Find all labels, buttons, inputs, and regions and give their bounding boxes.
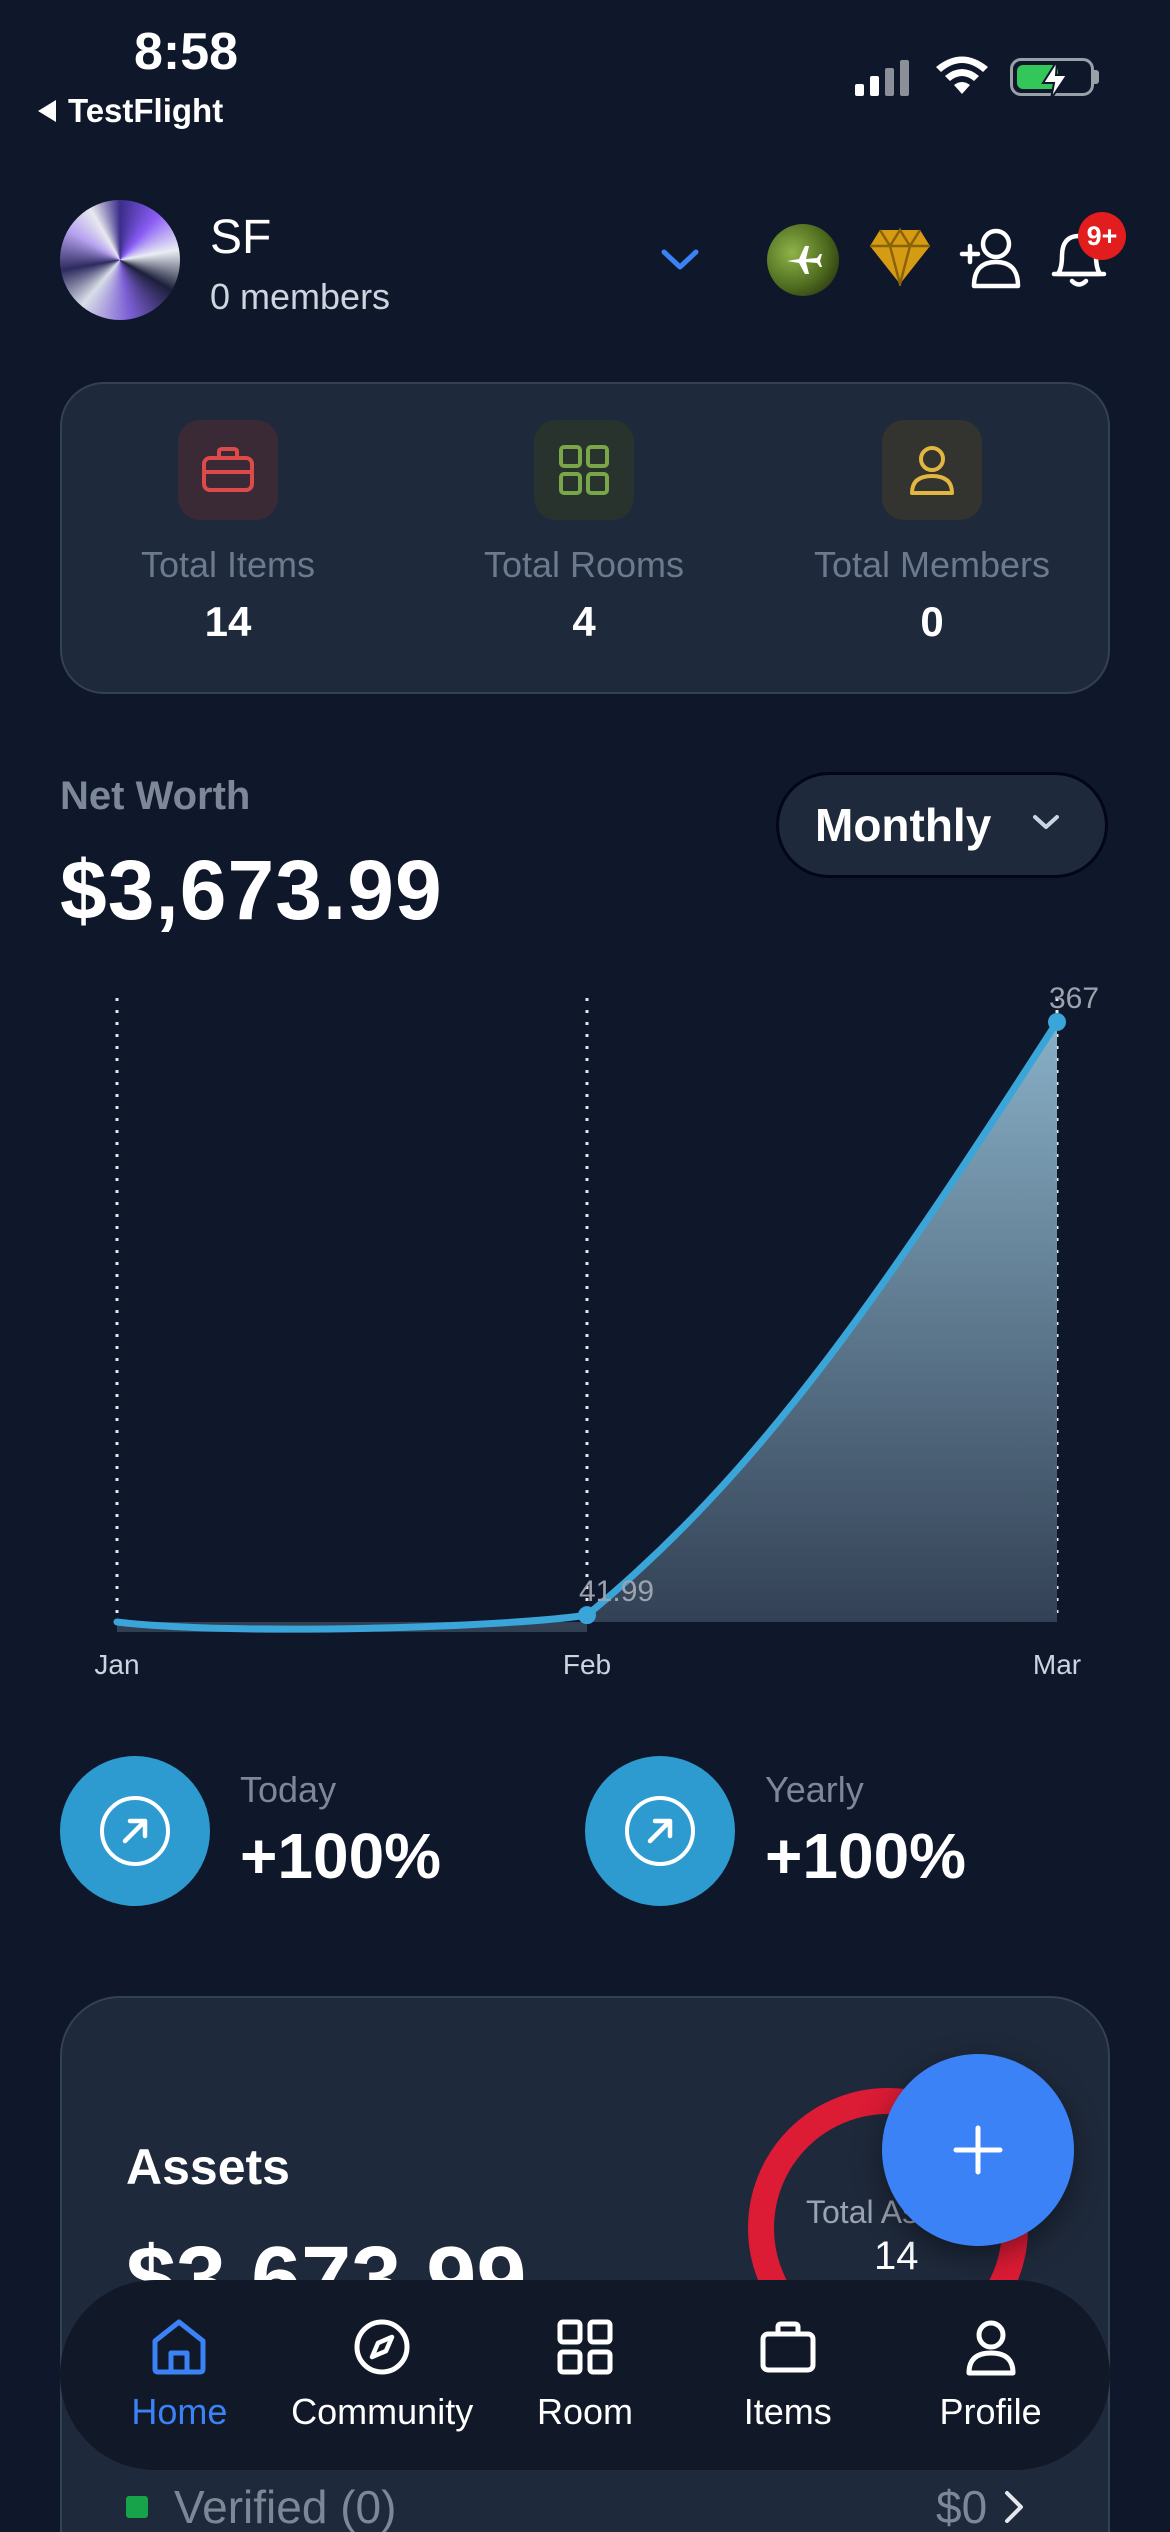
chevron-down-icon [1033,815,1059,829]
chevron-right-icon [1005,2491,1024,2523]
tab-room[interactable]: Room [490,2317,680,2433]
group-avatar[interactable] [60,200,180,320]
grid-icon [534,420,634,520]
stat-total-members[interactable]: Total Members 0 [762,420,1102,646]
chart-point [1048,1013,1066,1031]
group-name[interactable]: SF [210,210,271,265]
x-tick-label: Mar [1033,1649,1081,1680]
chart-data-label: 41.99 [579,1575,654,1608]
stat-value: 14 [204,598,252,645]
net-worth-chart: Jan Feb Mar 41.99 367 [94,982,1099,1680]
wifi-icon [936,56,988,94]
status-time: 8:58 [134,23,239,81]
stat-value: 4 [572,598,596,645]
change-label: Yearly [765,1769,864,1810]
notification-count-badge: 9+ [1078,212,1126,260]
briefcase-icon [760,2321,816,2373]
x-tick-label: Feb [563,1649,611,1680]
chart-point [578,1606,596,1625]
back-to-testflight[interactable]: TestFlight [38,92,223,130]
grid-icon [557,2319,613,2375]
net-worth-value: $3,673.99 [60,843,443,937]
net-worth-label: Net Worth [60,774,251,818]
stat-label: Total Rooms [483,544,685,585]
change-today: Today +100% [60,1756,441,1906]
home-icon [152,2319,206,2375]
tab-profile[interactable]: Profile [896,2317,1086,2433]
tab-items[interactable]: Items [693,2317,883,2433]
period-selected-value: Monthly [815,799,992,851]
change-yearly: Yearly +100% [585,1756,966,1906]
tab-label: Home [131,2391,228,2432]
tab-label: Community [291,2391,474,2432]
change-label: Today [240,1769,337,1810]
verified-row[interactable]: Verified (0) [126,2480,396,2532]
add-fab-button[interactable] [882,2054,1074,2246]
plane-badge-icon[interactable] [767,224,839,296]
stat-total-rooms[interactable]: Total Rooms 4 [414,420,754,646]
tab-label: Items [743,2391,832,2432]
x-tick-label: Jan [94,1649,139,1680]
back-arrow-icon [38,100,56,122]
tab-home[interactable]: Home [84,2317,274,2433]
stat-total-items[interactable]: Total Items 14 [58,420,398,646]
change-value: +100% [765,1820,967,1892]
group-members-count: 0 members [210,276,391,317]
tab-label: Room [536,2391,633,2432]
diamond-icon[interactable] [868,226,932,286]
chart-data-label: 367 [1049,982,1099,1015]
period-dropdown[interactable]: Monthly [776,772,1108,878]
briefcase-icon [178,420,278,520]
back-label: TestFlight [68,92,224,129]
change-value: +100% [240,1820,442,1892]
plus-icon [953,2125,1003,2175]
group-switch-chevron-icon[interactable] [660,248,700,272]
tab-label: Profile [939,2391,1042,2432]
trend-up-icon [585,1756,735,1906]
battery-icon [1010,58,1094,99]
verified-amount: $0 [936,2481,988,2532]
stat-label: Total Members [813,544,1051,585]
add-member-icon[interactable] [958,224,1024,290]
stat-label: Total Items [140,544,316,585]
verified-amount-row[interactable]: $0 [936,2480,1025,2532]
stat-value: 0 [920,598,944,645]
donut-value: 14 [874,2234,919,2278]
user-icon [882,420,982,520]
trend-up-icon [60,1756,210,1906]
summary-stats-card: Total Items 14 Total Rooms 4 Total Membe… [60,382,1110,694]
compass-icon [354,2319,410,2375]
signal-icon [855,58,909,96]
tab-community[interactable]: Community [287,2317,477,2433]
assets-title: Assets [126,2139,290,2195]
verified-dot-icon [126,2496,148,2518]
user-icon [966,2320,1016,2376]
verified-label: Verified (0) [174,2481,397,2532]
bottom-tab-bar: Home Community Room Items Profile [60,2280,1110,2470]
